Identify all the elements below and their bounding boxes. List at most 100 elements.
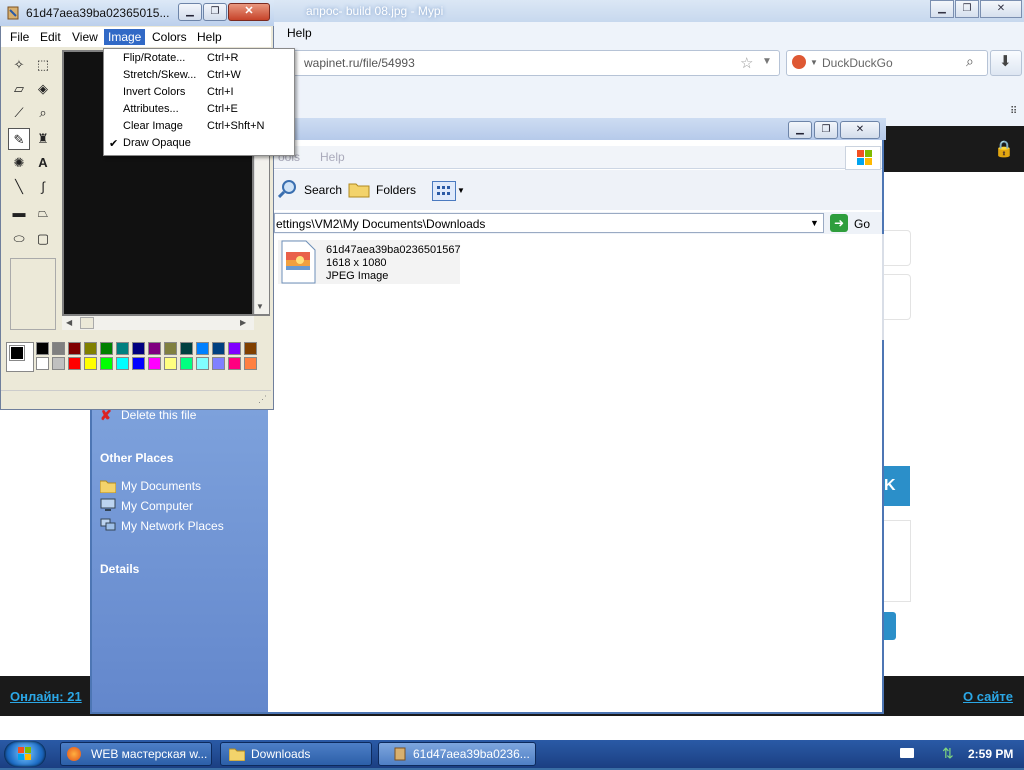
paint-menu-image[interactable]: Image (104, 29, 146, 45)
palette-swatch[interactable] (84, 357, 97, 370)
palette-swatch[interactable] (228, 357, 241, 370)
fill-tool-icon[interactable]: ◈ (32, 78, 54, 100)
pencil-tool-icon[interactable]: ✎ (8, 128, 30, 150)
firefox-minimize-button[interactable]: ▁ (930, 0, 954, 18)
url-dropdown-icon[interactable]: ▼ (762, 56, 772, 67)
paint-close-button[interactable]: ✕ (228, 3, 270, 21)
palette-swatch[interactable] (132, 342, 145, 355)
firefox-maximize-button[interactable]: ❐ (955, 0, 979, 18)
paint-menu-file[interactable]: File (6, 29, 33, 45)
picker-tool-icon[interactable]: ⟋ (8, 102, 30, 124)
line-tool-icon[interactable]: ╲ (8, 176, 30, 198)
scroll-right-icon[interactable]: ▶ (240, 318, 246, 327)
palette-swatch[interactable] (52, 357, 65, 370)
taskbar-item-downloads[interactable]: Downloads (220, 742, 372, 766)
palette-swatch[interactable] (52, 342, 65, 355)
views-icon[interactable] (432, 181, 456, 201)
bookmark-star-icon[interactable]: ☆ (740, 54, 753, 72)
palette-swatch[interactable] (228, 342, 241, 355)
current-colors[interactable] (6, 342, 34, 372)
menu-attributes[interactable]: Attributes... (123, 103, 179, 115)
menu-draw-opaque[interactable]: Draw Opaque (123, 137, 191, 149)
go-arrow-icon[interactable]: ➜ (830, 214, 848, 232)
palette-swatch[interactable] (244, 342, 257, 355)
palette-swatch[interactable] (116, 357, 129, 370)
keyboard-icon[interactable] (900, 748, 914, 758)
palette-swatch[interactable] (84, 342, 97, 355)
paint-menu-colors[interactable]: Colors (148, 29, 191, 45)
my-computer-link[interactable]: My Computer (121, 499, 193, 513)
search-icon[interactable]: ⌕ (966, 53, 974, 70)
palette-swatch[interactable] (132, 357, 145, 370)
scroll-down-icon[interactable]: ▼ (256, 302, 264, 311)
explorer-minimize-button[interactable]: ▁ (788, 121, 812, 139)
eraser-tool-icon[interactable]: ▱ (8, 78, 30, 100)
palette-swatch[interactable] (68, 357, 81, 370)
foreground-color[interactable] (9, 345, 25, 361)
rect-select-tool-icon[interactable]: ⬚ (32, 54, 54, 76)
brush-tool-icon[interactable]: ♜ (32, 128, 54, 150)
site-button[interactable] (884, 612, 896, 640)
firefox-close-button[interactable]: ✕ (980, 0, 1022, 18)
tool-options-box[interactable] (10, 258, 56, 330)
palette-swatch[interactable] (196, 357, 209, 370)
resize-grip-icon[interactable]: ⋰ (258, 394, 267, 405)
palette-swatch[interactable] (68, 342, 81, 355)
palette-swatch[interactable] (36, 357, 49, 370)
polygon-tool-icon[interactable]: ⏢ (32, 202, 54, 224)
magnifier-tool-icon[interactable]: ⌕ (32, 102, 54, 124)
taskbar-item-firefox[interactable]: WEB мастерская w... (60, 742, 212, 766)
about-link[interactable]: О сайте (963, 689, 1013, 704)
folders-icon[interactable] (348, 180, 370, 198)
start-button[interactable] (4, 741, 46, 767)
curve-tool-icon[interactable]: ∫ (32, 176, 54, 198)
paint-menu-help[interactable]: Help (193, 29, 226, 45)
menu-flip-rotate[interactable]: Flip/Rotate... (123, 52, 185, 64)
palette-swatch[interactable] (100, 357, 113, 370)
palette-swatch[interactable] (244, 357, 257, 370)
views-dropdown-icon[interactable]: ▼ (457, 186, 465, 195)
go-button[interactable]: Go (854, 217, 870, 231)
clock[interactable]: 2:59 PM (968, 747, 1013, 761)
free-select-tool-icon[interactable]: ✧ (8, 54, 30, 76)
menu-invert-colors[interactable]: Invert Colors (123, 86, 185, 98)
lock-icon[interactable]: 🔒 (994, 139, 1014, 159)
palette-swatch[interactable] (148, 357, 161, 370)
palette-swatch[interactable] (212, 342, 225, 355)
my-network-places-link[interactable]: My Network Places (121, 519, 224, 533)
search-engine-dropdown-icon[interactable]: ▼ (810, 58, 818, 67)
palette-swatch[interactable] (164, 357, 177, 370)
magnifier-icon[interactable] (277, 178, 298, 199)
paint-menu-edit[interactable]: Edit (36, 29, 65, 45)
palette-swatch[interactable] (100, 342, 113, 355)
details-heading[interactable]: Details (100, 562, 139, 576)
palette-swatch[interactable] (196, 342, 209, 355)
text-tool-icon[interactable]: A (32, 152, 54, 174)
explorer-maximize-button[interactable]: ❐ (814, 121, 838, 139)
palette-swatch[interactable] (212, 357, 225, 370)
paint-maximize-button[interactable]: ❐ (203, 3, 227, 21)
paint-scroll-thumb[interactable] (80, 317, 94, 329)
address-dropdown-icon[interactable]: ▼ (810, 218, 819, 228)
paint-menu-view[interactable]: View (68, 29, 102, 45)
airbrush-tool-icon[interactable]: ✺ (8, 152, 30, 174)
palette-swatch[interactable] (148, 342, 161, 355)
network-tray-icon[interactable]: ⇅ (942, 745, 954, 762)
taskbar-item-paint[interactable]: 61d47aea39ba0236... (378, 742, 536, 766)
delete-file-link[interactable]: Delete this file (121, 408, 196, 422)
other-places-heading[interactable]: Other Places (100, 451, 173, 465)
palette-swatch[interactable] (164, 342, 177, 355)
rectangle-tool-icon[interactable]: ▬ (8, 202, 30, 224)
explorer-menu-help[interactable]: Help (320, 150, 345, 164)
menu-stretch-skew[interactable]: Stretch/Skew... (123, 69, 196, 81)
my-documents-link[interactable]: My Documents (121, 479, 201, 493)
scroll-left-icon[interactable]: ◀ (66, 318, 72, 327)
explorer-search-button[interactable]: Search (304, 183, 342, 197)
palette-swatch[interactable] (180, 342, 193, 355)
firefox-menu-help[interactable]: Help (287, 26, 312, 40)
explorer-close-button[interactable]: ✕ (840, 121, 880, 139)
palette-swatch[interactable] (180, 357, 193, 370)
menu-clear-image[interactable]: Clear Image (123, 120, 183, 132)
palette-swatch[interactable] (36, 342, 49, 355)
ellipse-tool-icon[interactable]: ⬭ (8, 228, 30, 250)
